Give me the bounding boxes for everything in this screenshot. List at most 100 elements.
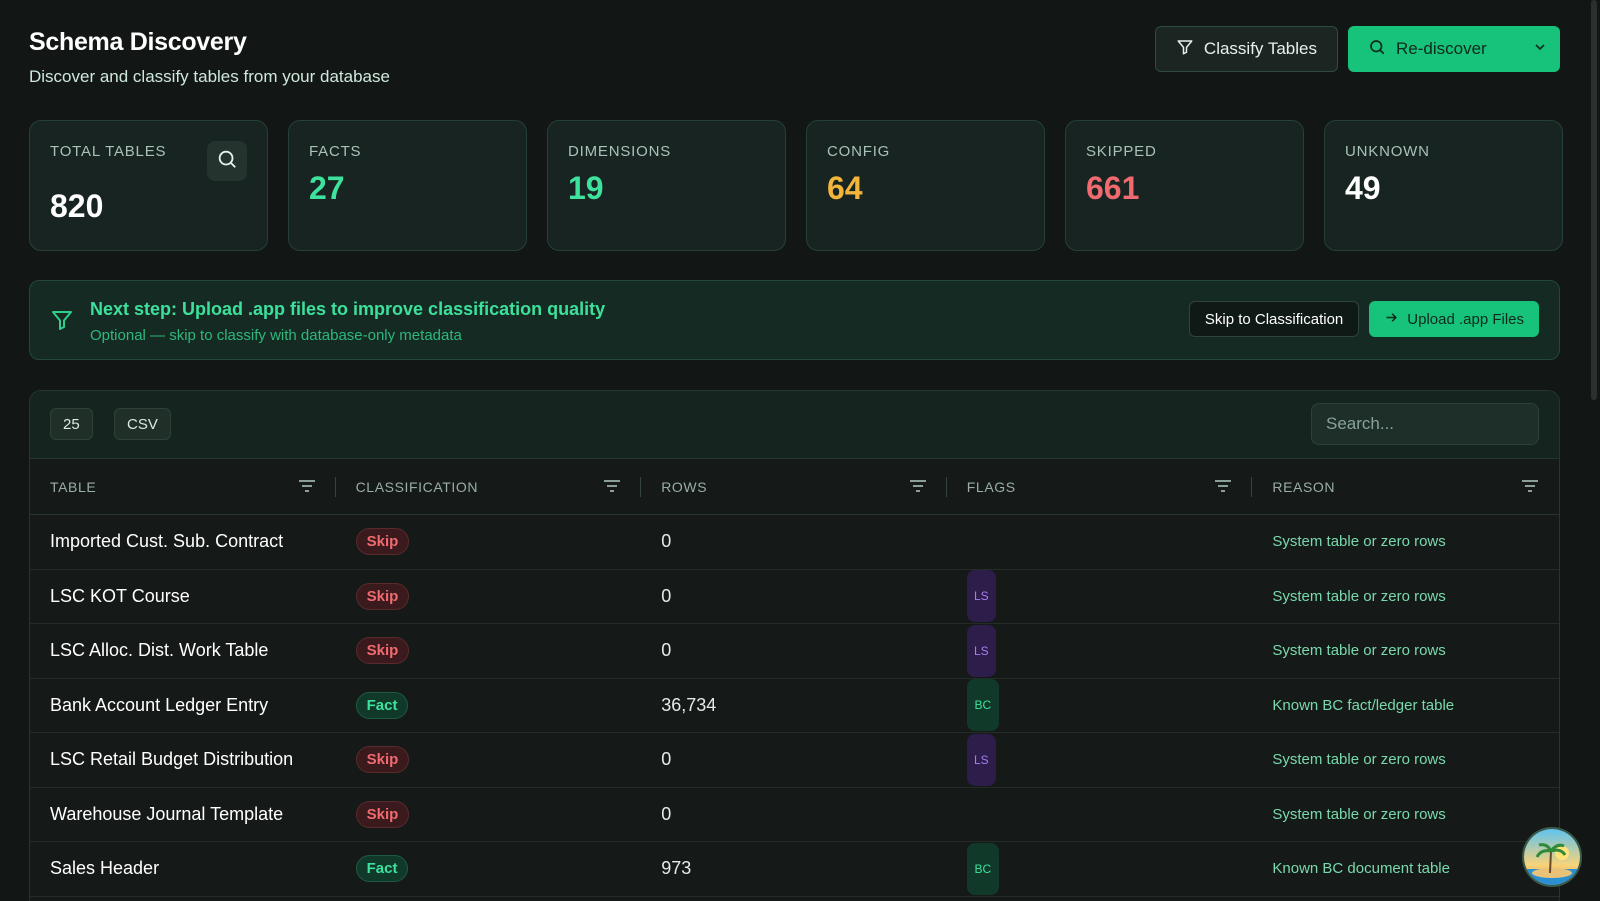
filter-lines-icon[interactable]	[298, 478, 316, 497]
classification-badge: Fact	[355, 855, 409, 883]
cell-reason: Known BC document table	[1272, 860, 1450, 878]
cell-classification: Skip	[336, 733, 642, 787]
column-header-classification[interactable]: CLASSIFICATION	[336, 459, 642, 514]
filter-lines-icon[interactable]	[1214, 478, 1232, 497]
next-step-banner: Next step: Upload .app files to improve …	[29, 280, 1560, 360]
cell-flags: BC	[947, 679, 1253, 733]
table-row[interactable]: Imported Cust. Sub. Contract Skip 0 Syst…	[30, 515, 1559, 570]
classify-tables-button[interactable]: Classify Tables	[1154, 26, 1338, 72]
stats-row: TOTAL TABLES 820 FACTS 27 DIMENSIONS 19 …	[29, 120, 1563, 251]
csv-export-button[interactable]: CSV	[114, 408, 171, 440]
cell-flags	[947, 515, 1253, 569]
search-icon	[216, 148, 238, 175]
cell-reason: System table or zero rows	[1272, 533, 1446, 551]
filter-icon	[1176, 38, 1194, 61]
classification-badge: Skip	[355, 637, 410, 665]
classify-tables-label: Classify Tables	[1203, 39, 1317, 58]
column-label: TABLE	[50, 478, 97, 495]
stat-value: 27	[309, 170, 345, 206]
page-subtitle: Discover and classify tables from your d…	[29, 67, 390, 86]
cell-flags: LS	[947, 733, 1253, 787]
classification-badge: Skip	[355, 746, 410, 774]
search-input[interactable]	[1311, 403, 1539, 445]
stat-card-unknown: UNKNOWN 49	[1324, 120, 1563, 251]
cell-rows: 0	[661, 640, 672, 661]
filter-lines-icon[interactable]	[603, 478, 621, 497]
stat-label: DIMENSIONS	[568, 143, 672, 160]
flag-badge: LS	[966, 624, 996, 677]
cell-reason: System table or zero rows	[1272, 751, 1446, 769]
column-label: REASON	[1272, 478, 1336, 495]
stat-value: 49	[1345, 170, 1381, 206]
filter-icon	[50, 307, 74, 338]
search-tables-button[interactable]	[207, 141, 247, 181]
chevron-down-icon[interactable]	[1532, 39, 1548, 60]
page-size-select[interactable]: 25	[50, 408, 93, 440]
banner-actions: Skip to Classification Upload .app Files	[1188, 301, 1539, 337]
table-row[interactable]: LSC KOT Course Skip 0 LS System table or…	[30, 570, 1559, 624]
column-label: CLASSIFICATION	[355, 478, 479, 495]
cell-table-name: LSC Retail Budget Distribution	[50, 749, 294, 770]
table-body: Imported Cust. Sub. Contract Skip 0 Syst…	[30, 515, 1559, 897]
stat-value: 820	[50, 188, 104, 224]
page-title: Schema Discovery	[29, 28, 247, 56]
skip-to-classification-button[interactable]: Skip to Classification	[1188, 301, 1360, 337]
column-label: ROWS	[661, 478, 708, 495]
column-header-reason[interactable]: REASON	[1252, 459, 1559, 514]
table-row[interactable]: Bank Account Ledger Entry Fact 36,734 BC…	[30, 679, 1559, 733]
flag-badge: BC	[966, 842, 999, 895]
cell-reason: System table or zero rows	[1272, 805, 1446, 823]
cell-table-name: LSC KOT Course	[50, 585, 190, 606]
stat-card-skipped: SKIPPED 661	[1065, 120, 1304, 251]
cell-classification: Skip	[336, 570, 642, 624]
rediscover-button[interactable]: Re-discover	[1348, 26, 1560, 72]
tables-panel: 25 CSV TABLE CLASSIFICATION ROWS FLAGS R…	[29, 390, 1560, 901]
table-row[interactable]: LSC Retail Budget Distribution Skip 0 LS…	[30, 733, 1559, 788]
filter-lines-icon[interactable]	[1521, 478, 1539, 497]
header-actions: Classify Tables Re-discover	[1154, 26, 1560, 72]
cell-table-name: Imported Cust. Sub. Contract	[50, 531, 284, 552]
flag-badge: LS	[966, 733, 996, 786]
cell-flags: LS	[947, 570, 1253, 624]
stat-label: UNKNOWN	[1345, 143, 1430, 160]
cell-table-name: LSC Alloc. Dist. Work Table	[50, 640, 269, 661]
cell-classification: Skip	[336, 515, 642, 569]
column-header-rows[interactable]: ROWS	[641, 459, 947, 514]
cell-classification: Fact	[336, 842, 642, 896]
table-row[interactable]: Sales Header Fact 973 BC Known BC docume…	[30, 842, 1559, 897]
table-row[interactable]: Warehouse Journal Template Skip 0 System…	[30, 788, 1559, 842]
flag-badge: LS	[966, 570, 996, 623]
cell-reason: Known BC fact/ledger table	[1272, 696, 1455, 714]
cell-classification: Skip	[336, 624, 642, 678]
flag-badge: BC	[966, 679, 999, 732]
table-header: TABLE CLASSIFICATION ROWS FLAGS REASON	[30, 459, 1559, 515]
cell-flags: LS	[947, 624, 1253, 678]
banner-subtitle: Optional — skip to classify with databas…	[90, 327, 462, 344]
stat-value: 661	[1086, 170, 1140, 206]
stat-label: CONFIG	[827, 143, 891, 160]
filter-lines-icon[interactable]	[909, 478, 927, 497]
upload-app-files-button[interactable]: Upload .app Files	[1369, 301, 1539, 337]
arrow-right-icon	[1384, 310, 1399, 329]
column-header-flags[interactable]: FLAGS	[947, 459, 1253, 514]
cell-reason: System table or zero rows	[1272, 642, 1446, 660]
avatar[interactable]	[1522, 827, 1582, 887]
search-icon	[1368, 38, 1386, 61]
cell-reason: System table or zero rows	[1272, 587, 1446, 605]
column-header-table[interactable]: TABLE	[30, 459, 336, 514]
page-header: Schema Discovery Discover and classify t…	[29, 28, 390, 87]
classification-badge: Skip	[355, 800, 410, 828]
rediscover-label: Re-discover	[1396, 39, 1487, 58]
cell-classification: Skip	[336, 788, 642, 842]
cell-flags: BC	[947, 842, 1253, 896]
page-scrollbar[interactable]	[1591, 0, 1597, 400]
cell-table-name: Warehouse Journal Template	[50, 803, 284, 824]
stat-card-dimensions: DIMENSIONS 19	[547, 120, 786, 251]
classification-badge: Skip	[355, 528, 410, 556]
stat-value: 64	[827, 170, 863, 206]
cell-rows: 0	[661, 803, 672, 824]
table-row[interactable]: LSC Alloc. Dist. Work Table Skip 0 LS Sy…	[30, 624, 1559, 679]
stat-card-facts: FACTS 27	[288, 120, 527, 251]
stat-card-config: CONFIG 64	[806, 120, 1045, 251]
cell-flags	[947, 788, 1253, 842]
